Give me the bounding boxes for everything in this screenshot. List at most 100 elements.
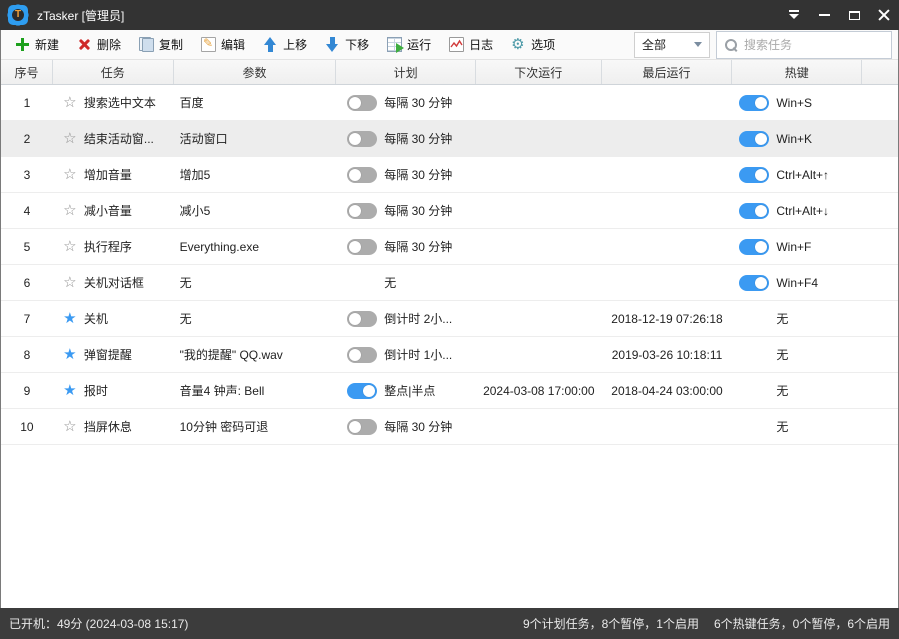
task-cell: ★关机 <box>53 301 174 336</box>
column-header-hotkey[interactable]: 热键 <box>732 60 862 84</box>
table-row[interactable]: 6☆关机对话框无无Win+F4 <box>1 265 898 301</box>
maximize-button[interactable] <box>839 0 869 30</box>
schedule-text: 整点|半点 <box>384 382 435 399</box>
column-header-params[interactable]: 参数 <box>174 60 337 84</box>
table-row[interactable]: 5☆执行程序Everything.exe每隔 30 分钟Win+F <box>1 229 898 265</box>
star-filled-icon[interactable]: ★ <box>61 383 79 398</box>
row-number: 9 <box>1 373 53 408</box>
row-number: 2 <box>1 121 53 156</box>
toggle-knob <box>349 241 361 253</box>
plus-button[interactable]: 新建 <box>6 33 68 56</box>
star-outline-icon[interactable]: ☆ <box>61 419 79 434</box>
table-row[interactable]: 2☆结束活动窗...活动窗口每隔 30 分钟Win+K <box>1 121 898 157</box>
toggle-knob <box>755 133 767 145</box>
toggle-switch-off[interactable] <box>347 167 377 183</box>
app-logo-icon: T <box>8 5 28 25</box>
plus-icon <box>15 37 30 52</box>
toggle-switch-off[interactable] <box>347 131 377 147</box>
toolbar-button-label: 下移 <box>345 36 369 53</box>
hotkey-cell: 无 <box>732 409 862 444</box>
search-input[interactable] <box>744 38 884 52</box>
toggle-knob <box>349 169 361 181</box>
toggle-switch-off[interactable] <box>347 419 377 435</box>
hide-to-tray-button[interactable] <box>779 0 809 30</box>
star-filled-icon[interactable]: ★ <box>61 347 79 362</box>
params-cell: 百度 <box>174 85 337 120</box>
minimize-button[interactable] <box>809 0 839 30</box>
options-button[interactable]: 选项 <box>502 33 564 56</box>
toggle-knob <box>349 205 361 217</box>
arrow-down-button[interactable]: 下移 <box>316 33 378 56</box>
copy-button[interactable]: 复制 <box>130 33 192 56</box>
toggle-switch-off[interactable] <box>347 203 377 219</box>
params-cell: Everything.exe <box>174 229 337 264</box>
next-run-cell <box>476 121 602 156</box>
arrow-up-icon <box>263 37 278 52</box>
toolbar-button-label: 上移 <box>283 36 307 53</box>
task-cell: ☆增加音量 <box>53 157 174 192</box>
task-name: 关机对话框 <box>84 274 144 291</box>
search-icon <box>724 38 738 52</box>
schedule-cell: 每隔 30 分钟 <box>336 409 476 444</box>
next-run-cell <box>476 301 602 336</box>
hotkey-cell: 无 <box>732 373 862 408</box>
row-number: 1 <box>1 85 53 120</box>
search-box[interactable] <box>716 31 892 59</box>
star-outline-icon[interactable]: ☆ <box>61 275 79 290</box>
schedule-text: 无 <box>384 274 396 291</box>
column-header-no[interactable]: 序号 <box>1 60 53 84</box>
edit-button[interactable]: 编辑 <box>192 33 254 56</box>
hotkey-text: Ctrl+Alt+↓ <box>776 204 829 218</box>
star-outline-icon[interactable]: ☆ <box>61 203 79 218</box>
row-number: 4 <box>1 193 53 228</box>
close-button[interactable] <box>869 0 899 30</box>
table-row[interactable]: 4☆减小音量减小5每隔 30 分钟Ctrl+Alt+↓ <box>1 193 898 229</box>
toggle-switch-off[interactable] <box>347 95 377 111</box>
toggle-switch-off[interactable] <box>347 311 377 327</box>
table-row[interactable]: 10☆挡屏休息10分钟 密码可退每隔 30 分钟无 <box>1 409 898 445</box>
toggle-switch-on[interactable] <box>739 239 769 255</box>
log-button[interactable]: 日志 <box>440 33 502 56</box>
filter-dropdown[interactable]: 全部 <box>634 32 710 58</box>
run-button[interactable]: 运行 <box>378 33 440 56</box>
column-header-filler <box>862 60 898 84</box>
table-row[interactable]: 8★弹窗提醒"我的提醒" QQ.wav倒计时 1小...2019-03-26 1… <box>1 337 898 373</box>
params-cell: 无 <box>174 265 337 300</box>
arrow-up-button[interactable]: 上移 <box>254 33 316 56</box>
params-cell: 无 <box>174 301 337 336</box>
column-header-schedule[interactable]: 计划 <box>336 60 476 84</box>
next-run-cell <box>476 265 602 300</box>
last-run-cell <box>602 121 733 156</box>
delete-button[interactable]: 删除 <box>68 33 130 56</box>
column-header-task[interactable]: 任务 <box>53 60 174 84</box>
toggle-switch-off[interactable] <box>347 239 377 255</box>
toggle-switch-on[interactable] <box>739 167 769 183</box>
schedule-text: 每隔 30 分钟 <box>384 202 452 219</box>
star-outline-icon[interactable]: ☆ <box>61 131 79 146</box>
filler-cell <box>862 193 898 228</box>
schedule-text: 每隔 30 分钟 <box>384 94 452 111</box>
toggle-switch-on[interactable] <box>739 275 769 291</box>
task-cell: ★报时 <box>53 373 174 408</box>
toggle-switch-on[interactable] <box>739 203 769 219</box>
toggle-switch-on[interactable] <box>739 95 769 111</box>
star-outline-icon[interactable]: ☆ <box>61 239 79 254</box>
table-row[interactable]: 7★关机无倒计时 2小...2018-12-19 07:26:18无 <box>1 301 898 337</box>
filler-cell <box>862 85 898 120</box>
star-filled-icon[interactable]: ★ <box>61 311 79 326</box>
column-header-next-run[interactable]: 下次运行 <box>476 60 602 84</box>
table-row[interactable]: 1☆搜索选中文本百度每隔 30 分钟Win+S <box>1 85 898 121</box>
task-cell: ☆结束活动窗... <box>53 121 174 156</box>
title-bar: T zTasker [管理员] <box>0 0 899 30</box>
row-number: 6 <box>1 265 53 300</box>
star-outline-icon[interactable]: ☆ <box>61 95 79 110</box>
star-outline-icon[interactable]: ☆ <box>61 167 79 182</box>
toggle-switch-on[interactable] <box>739 131 769 147</box>
hotkey-text: Ctrl+Alt+↑ <box>776 168 829 182</box>
table-row[interactable]: 3☆增加音量增加5每隔 30 分钟Ctrl+Alt+↑ <box>1 157 898 193</box>
schedule-cell: 整点|半点 <box>336 373 476 408</box>
table-row[interactable]: 9★报时音量4 钟声: Bell整点|半点2024-03-08 17:00:00… <box>1 373 898 409</box>
toggle-switch-on[interactable] <box>347 383 377 399</box>
column-header-last-run[interactable]: 最后运行 <box>602 60 733 84</box>
toggle-switch-off[interactable] <box>347 347 377 363</box>
